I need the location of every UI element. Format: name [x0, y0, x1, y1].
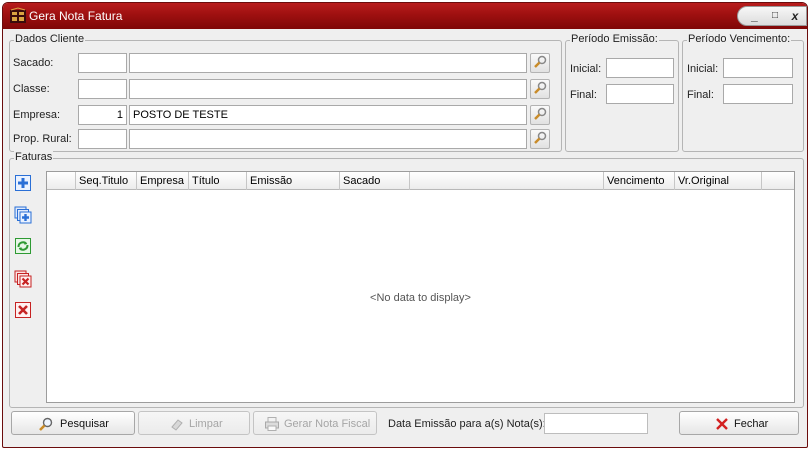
sacado-code-input[interactable] [78, 53, 127, 73]
printer-icon [265, 417, 279, 431]
delete-record-icon[interactable] [14, 301, 32, 319]
search-lookup-icon [534, 81, 547, 94]
emissao-inicial-input[interactable] [606, 58, 674, 78]
prop-rural-name-input[interactable] [129, 129, 527, 149]
empresa-code-input[interactable]: 1 [78, 105, 127, 125]
group-title: Faturas [14, 151, 54, 163]
sacado-label: Sacado: [13, 57, 54, 69]
minimize-button[interactable]: _ [746, 8, 764, 24]
empresa-name-input[interactable]: POSTO DE TESTE [129, 105, 527, 125]
vencimento-final-label: Final: [687, 89, 714, 101]
delete-multiple-records-icon[interactable] [14, 270, 32, 288]
prop-rural-code-input[interactable] [78, 129, 127, 149]
close-icon [716, 418, 728, 430]
fechar-label: Fechar [734, 418, 769, 430]
prop-rural-lookup-button[interactable] [530, 129, 550, 149]
search-icon [39, 417, 53, 431]
col-vr-original[interactable]: Vr.Original [675, 172, 762, 190]
window-controls: _ □ x [737, 6, 807, 26]
window-title: Gera Nota Fatura [29, 9, 123, 23]
restore-button[interactable]: □ [766, 8, 784, 24]
pesquisar-button[interactable]: Pesquisar [11, 411, 135, 435]
search-lookup-icon [534, 55, 547, 68]
col-sacado[interactable]: Sacado [340, 172, 410, 190]
group-title: Dados Cliente [14, 33, 86, 45]
search-lookup-icon [534, 107, 547, 120]
prop-rural-label: Prop. Rural: [13, 133, 72, 145]
col-titulo[interactable]: Título [189, 172, 247, 190]
add-record-icon[interactable] [14, 174, 32, 192]
group-title: Período Emissão: [570, 33, 659, 45]
vencimento-inicial-label: Inicial: [687, 63, 719, 75]
col-blank[interactable] [410, 172, 604, 190]
col-empresa[interactable]: Empresa [137, 172, 189, 190]
indicator-column [47, 172, 76, 190]
data-emissao-label: Data Emissão para a(s) Nota(s): [388, 418, 546, 430]
faturas-grid[interactable]: Seq.Titulo Empresa Título Emissão Sacado… [46, 171, 795, 403]
emissao-final-input[interactable] [606, 84, 674, 104]
emissao-inicial-label: Inicial: [570, 63, 602, 75]
close-window-button[interactable]: x [786, 8, 804, 24]
eraser-icon [171, 419, 183, 431]
app-logo-icon [10, 7, 26, 23]
sacado-lookup-button[interactable] [530, 53, 550, 73]
data-emissao-input[interactable] [544, 413, 648, 434]
fechar-button[interactable]: Fechar [679, 411, 799, 435]
gerar-nota-fiscal-label: Gerar Nota Fiscal [284, 418, 371, 430]
periodo-emissao-group: Período Emissão: Inicial: Final: [565, 33, 679, 152]
grid-empty-message: <No data to display> [370, 292, 471, 304]
pesquisar-label: Pesquisar [60, 418, 109, 430]
limpar-button[interactable]: Limpar [138, 411, 250, 435]
classe-lookup-button[interactable] [530, 79, 550, 99]
gerar-nota-fiscal-button[interactable]: Gerar Nota Fiscal [253, 411, 377, 435]
vencimento-inicial-input[interactable] [723, 58, 793, 78]
classe-code-input[interactable] [78, 79, 127, 99]
sacado-name-input[interactable] [129, 53, 527, 73]
title-bar[interactable]: Gera Nota Fatura _ □ x [3, 3, 807, 29]
classe-label: Classe: [13, 83, 50, 95]
dados-cliente-group: Dados Cliente Sacado: Classe: Empresa: 1… [9, 33, 562, 152]
gera-nota-fatura-window: Gera Nota Fatura _ □ x Dados Cliente Sac… [2, 2, 808, 448]
emissao-final-label: Final: [570, 89, 597, 101]
refresh-records-icon[interactable] [14, 237, 32, 255]
grid-header: Seq.Titulo Empresa Título Emissão Sacado… [47, 172, 794, 190]
col-emissao[interactable]: Emissão [247, 172, 340, 190]
vencimento-final-input[interactable] [723, 84, 793, 104]
group-title: Período Vencimento: [687, 33, 792, 45]
empresa-label: Empresa: [13, 109, 61, 121]
col-vencimento[interactable]: Vencimento [604, 172, 675, 190]
add-multiple-records-icon[interactable] [14, 206, 32, 224]
empresa-lookup-button[interactable] [530, 105, 550, 125]
classe-name-input[interactable] [129, 79, 527, 99]
limpar-label: Limpar [189, 418, 223, 430]
col-seq-titulo[interactable]: Seq.Titulo [76, 172, 137, 190]
periodo-vencimento-group: Período Vencimento: Inicial: Final: [682, 33, 804, 152]
search-lookup-icon [534, 131, 547, 144]
